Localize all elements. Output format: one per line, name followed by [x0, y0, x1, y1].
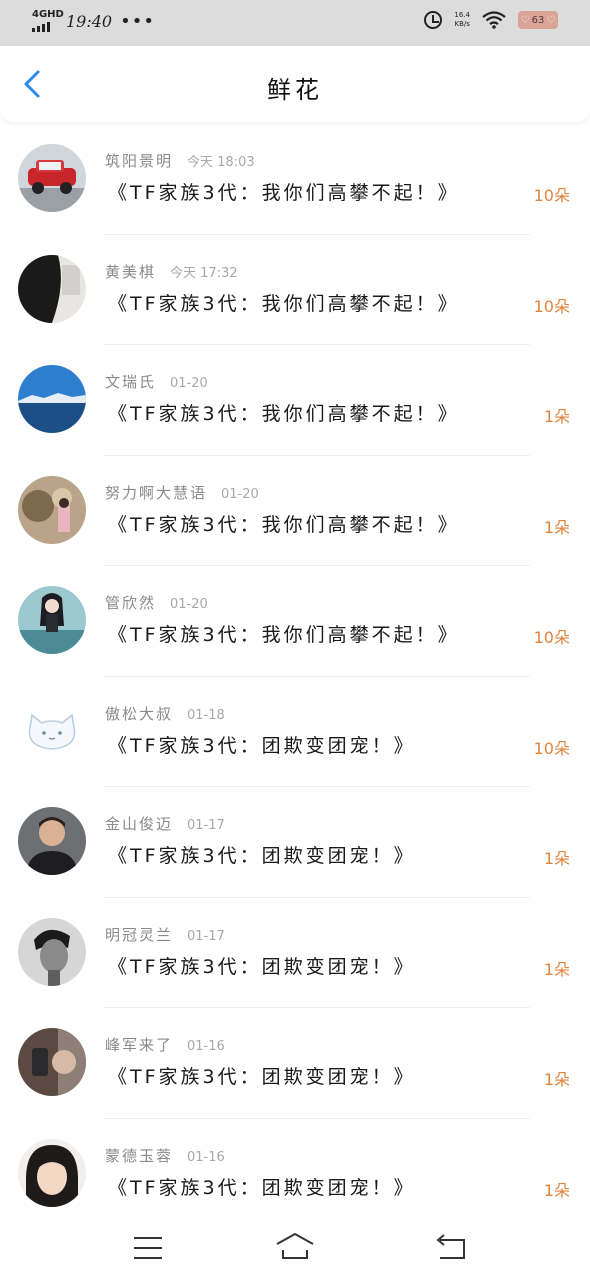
app-header: 鲜花 [0, 46, 590, 122]
signal-icon: 4GHD [32, 10, 64, 32]
network-speed-value: 16.4 [454, 11, 470, 19]
item-time: 今天 17:32 [170, 265, 238, 281]
menu-button[interactable] [128, 1230, 168, 1266]
item-time: 01-18 [187, 707, 225, 723]
item-meta: 明冠灵兰 01-17 [105, 924, 225, 945]
flower-count: 1朵 [543, 407, 570, 426]
network-speed-unit: KB/s [454, 20, 470, 28]
back-icon [436, 1234, 465, 1259]
wifi-icon [482, 11, 506, 29]
item-message: 《TF家族3代：团欺变团宠！》 [108, 955, 416, 978]
list-item[interactable]: 黄美棋 今天 17:32 《TF家族3代：我你们高攀不起！》 10朵 [0, 235, 590, 345]
list-item[interactable]: 金山俊迈 01-17 《TF家族3代：团欺变团宠！》 1朵 [0, 787, 590, 898]
user-name[interactable]: 傲松大叔 [105, 705, 173, 723]
page-title: 鲜花 [267, 76, 323, 104]
item-message: 《TF家族3代：我你们高攀不起！》 [108, 292, 460, 315]
mirror-selfie-avatar[interactable] [18, 1028, 86, 1096]
home-button[interactable] [275, 1230, 315, 1266]
network-label: 4GHD [32, 9, 64, 20]
status-left: 4GHD 19:40 ••• [32, 10, 155, 32]
item-message: 《TF家族3代：团欺变团宠！》 [108, 734, 416, 757]
flower-count: 1朵 [543, 1180, 570, 1200]
list-item[interactable]: 明冠灵兰 01-17 《TF家族3代：团欺变团宠！》 1朵 [0, 898, 590, 1008]
item-message: 《TF家族3代：团欺变团宠！》 [108, 1066, 416, 1088]
lake-avatar[interactable] [18, 365, 86, 433]
back-nav-button[interactable] [430, 1230, 470, 1266]
item-time: 01-20 [221, 486, 259, 502]
user-name[interactable]: 金山俊迈 [105, 815, 173, 833]
item-time: 01-20 [170, 376, 208, 391]
item-meta: 蒙德玉蓉 01-16 [105, 1145, 225, 1166]
flower-count: 1朵 [543, 517, 570, 537]
user-name[interactable]: 明冠灵兰 [105, 926, 173, 944]
item-message: 《TF家族3代：团欺变团宠！》 [108, 1176, 416, 1199]
list-item[interactable]: 傲松大叔 01-18 《TF家族3代：团欺变团宠！》 10朵 [0, 677, 590, 787]
status-time: 19:40 [66, 11, 113, 31]
item-time: 01-16 [187, 1039, 225, 1054]
item-time: 01-17 [187, 818, 225, 833]
flower-count: 1朵 [543, 849, 570, 868]
user-name[interactable]: 管欣然 [105, 594, 156, 612]
girl-face-avatar[interactable] [18, 1138, 86, 1207]
item-meta: 筑阳景明 今天 18:03 [105, 150, 255, 171]
list-item[interactable]: 筑阳景明 今天 18:03 《TF家族3代：我你们高攀不起！》 10朵 [0, 124, 590, 235]
menu-icon [134, 1237, 162, 1259]
network-speed: 16.4 KB/s [454, 11, 470, 29]
item-meta: 傲松大叔 01-18 [105, 703, 225, 724]
flower-list: 筑阳景明 今天 18:03 《TF家族3代：我你们高攀不起！》 10朵 黄美棋 今天… [0, 124, 590, 1229]
status-dots: ••• [120, 10, 155, 32]
item-meta: 文瑞氏 01-20 [105, 371, 208, 392]
item-message: 《TF家族3代：我你们高攀不起！》 [108, 182, 460, 204]
cat-cartoon-avatar[interactable] [18, 696, 86, 765]
user-name[interactable]: 文瑞氏 [105, 373, 156, 391]
user-name[interactable]: 筑阳景明 [105, 152, 173, 170]
item-message: 《TF家族3代：团欺变团宠！》 [108, 845, 416, 867]
item-message: 《TF家族3代：我你们高攀不起！》 [108, 513, 460, 536]
red-car-avatar[interactable] [18, 144, 86, 212]
flower-count: 1朵 [543, 959, 570, 979]
bw-man-avatar[interactable] [18, 917, 86, 986]
user-name[interactable]: 努力啊大慧语 [105, 484, 207, 502]
alarm-icon [424, 11, 443, 29]
item-time: 今天 18:03 [187, 155, 255, 170]
home-icon [276, 1232, 314, 1259]
item-time: 01-16 [187, 1149, 225, 1165]
status-right: 16.4 KB/s ♡ 63 ♡ [424, 11, 558, 29]
flower-count: 10朵 [533, 738, 570, 758]
item-message: 《TF家族3代：我你们高攀不起！》 [108, 403, 460, 425]
flower-count: 1朵 [543, 1070, 570, 1089]
item-time: 01-20 [170, 597, 208, 612]
item-meta: 黄美棋 今天 17:32 [105, 261, 238, 282]
list-item[interactable]: 努力啊大慧语 01-20 《TF家族3代：我你们高攀不起！》 1朵 [0, 456, 590, 566]
flower-count: 10朵 [533, 186, 570, 205]
list-item[interactable]: 蒙德玉蓉 01-16 《TF家族3代：团欺变团宠！》 1朵 [0, 1119, 590, 1230]
status-bar: 4GHD 19:40 ••• 16.4 KB/s ♡ 63 ♡ [0, 0, 590, 46]
list-item[interactable]: 峰军来了 01-16 《TF家族3代：团欺变团宠！》 1朵 [0, 1008, 590, 1119]
user-name[interactable]: 峰军来了 [105, 1036, 173, 1054]
list-item[interactable]: 管欣然 01-20 《TF家族3代：我你们高攀不起！》 10朵 [0, 566, 590, 677]
item-meta: 金山俊迈 01-17 [105, 813, 225, 834]
item-meta: 努力啊大慧语 01-20 [105, 482, 259, 503]
anime-girl-avatar[interactable] [18, 586, 86, 654]
flower-field-avatar[interactable] [18, 475, 86, 544]
battery-level: 63 [531, 14, 545, 26]
item-time: 01-17 [187, 928, 225, 944]
item-meta: 管欣然 01-20 [105, 592, 208, 613]
battery-icon: ♡ 63 ♡ [518, 11, 558, 29]
girl-hair-avatar[interactable] [18, 254, 86, 323]
flower-count: 10朵 [533, 628, 570, 647]
item-meta: 峰军来了 01-16 [105, 1034, 225, 1055]
flower-count: 10朵 [533, 296, 570, 316]
list-item[interactable]: 文瑞氏 01-20 《TF家族3代：我你们高攀不起！》 1朵 [0, 345, 590, 456]
user-name[interactable]: 黄美棋 [105, 263, 156, 281]
system-nav-bar [0, 1216, 590, 1280]
user-name[interactable]: 蒙德玉蓉 [105, 1147, 173, 1165]
man-portrait-avatar[interactable] [18, 807, 86, 875]
item-message: 《TF家族3代：我你们高攀不起！》 [108, 624, 460, 646]
